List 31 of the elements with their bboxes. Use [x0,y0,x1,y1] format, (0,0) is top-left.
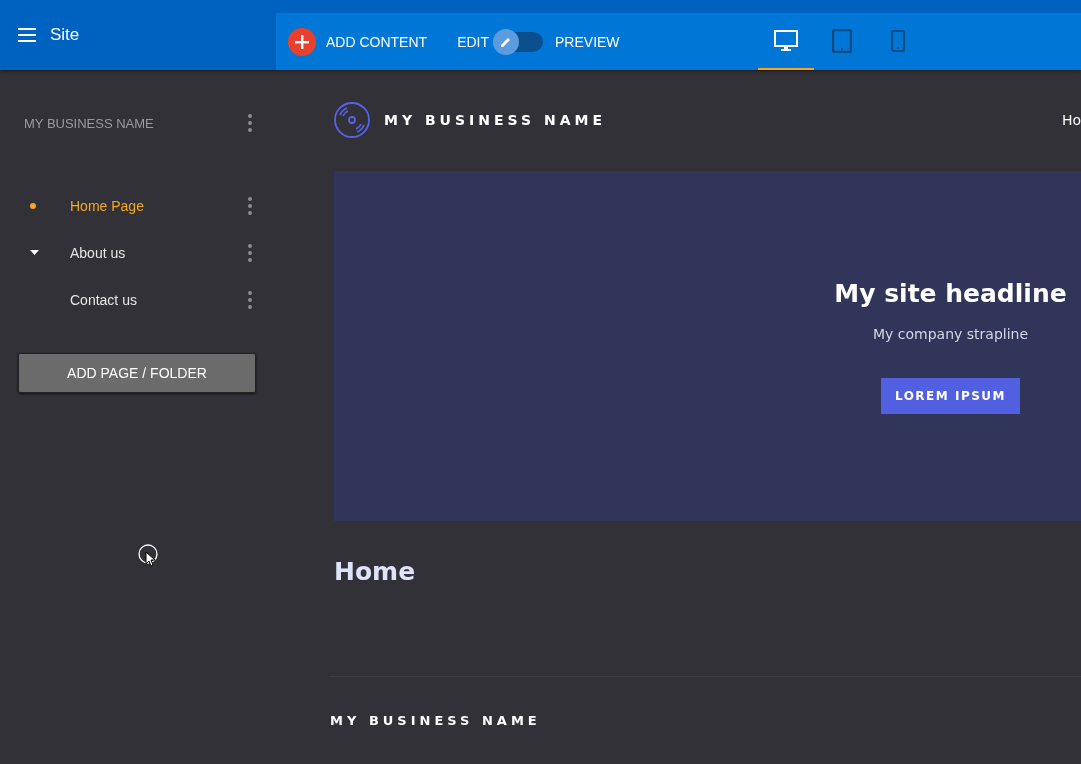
caret-icon[interactable] [30,248,39,257]
preview-label: PREVIEW [555,33,620,50]
footer-brand-name: MY BUSINESS NAME [330,713,542,728]
hero-strapline: My company strapline [872,325,1029,342]
more-options-icon[interactable] [248,243,252,262]
edit-label: EDIT [457,33,489,50]
nav-link[interactable]: Ho [1061,112,1081,128]
add-content-button[interactable]: ADD CONTENT [288,27,428,56]
plus-icon [288,27,316,56]
cursor-icon [138,544,160,568]
page-item[interactable]: Contact us [70,291,248,308]
brand-name: MY BUSINESS NAME [384,112,607,128]
tablet-icon [831,28,852,53]
pencil-icon [501,36,511,47]
more-options-icon[interactable] [248,114,252,132]
site-title: Site [50,25,80,45]
hero-cta-button[interactable]: LOREM IPSUM [880,377,1021,414]
hero-headline: My site headline [834,278,1067,308]
phone-icon [890,29,905,52]
add-page-button[interactable]: ADD PAGE / FOLDER [18,353,256,393]
page-heading: Home [334,557,417,586]
more-options-icon[interactable] [248,196,252,215]
site-name: MY BUSINESS NAME [24,115,154,131]
desktop-icon [773,29,798,52]
more-options-icon[interactable] [248,290,252,309]
edit-preview-toggle[interactable] [495,31,543,52]
vinyl-record-icon [334,102,370,138]
menu-icon[interactable] [18,28,36,42]
page-item[interactable]: Home Page [70,197,248,214]
current-page-dot-icon [30,202,36,209]
page-item[interactable]: About us [70,244,248,261]
